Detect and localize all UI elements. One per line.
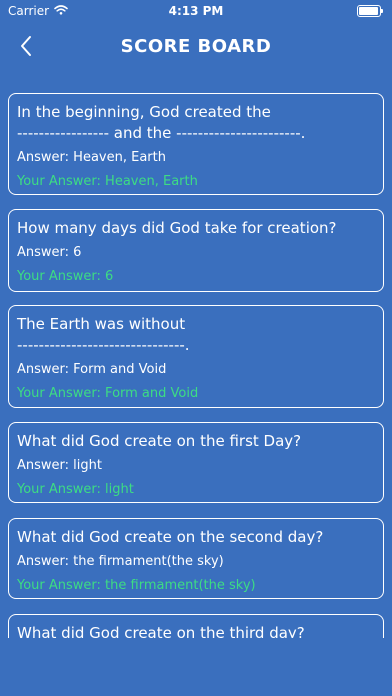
score-list[interactable]: In the beginning, God created the ------… <box>0 88 392 638</box>
user-answer: Your Answer: 6 <box>17 269 114 284</box>
question-text: The Earth was without ------------------… <box>17 315 190 354</box>
question-card: What did God create on the second day? A… <box>8 518 384 599</box>
question-card: The Earth was without ------------------… <box>8 305 384 408</box>
user-answer: Your Answer: the firmament(the sky) <box>17 578 256 593</box>
correct-answer: Answer: the firmament(the sky) <box>17 554 224 569</box>
question-text: What did God create on the third day? <box>17 624 305 638</box>
status-time: 4:13 PM <box>168 4 224 18</box>
correct-answer: Answer: Form and Void <box>17 362 167 377</box>
user-answer: Your Answer: light <box>17 482 134 497</box>
page-title: SCORE BOARD <box>120 36 272 57</box>
question-text: What did God create on the second day? <box>17 528 324 546</box>
question-text: In the beginning, God created the ------… <box>17 103 306 142</box>
correct-answer: Answer: 6 <box>17 245 82 260</box>
question-text: What did God create on the first Day? <box>17 432 302 450</box>
question-card: How many days did God take for creation?… <box>8 209 384 292</box>
question-card: What did God create on the first Day? An… <box>8 422 384 503</box>
user-answer: Your Answer: Form and Void <box>17 386 199 401</box>
correct-answer: Answer: light <box>17 458 102 473</box>
navigation-bar: SCORE BOARD <box>0 28 392 68</box>
question-text: How many days did God take for creation? <box>17 219 337 237</box>
user-answer: Your Answer: Heaven, Earth <box>17 174 198 189</box>
correct-answer: Answer: Heaven, Earth <box>17 150 166 165</box>
question-card: What did God create on the third day? <box>8 614 384 638</box>
question-card: In the beginning, God created the ------… <box>8 93 384 195</box>
battery-icon <box>357 5 384 17</box>
status-bar: Carrier 4:13 PM <box>0 0 392 22</box>
